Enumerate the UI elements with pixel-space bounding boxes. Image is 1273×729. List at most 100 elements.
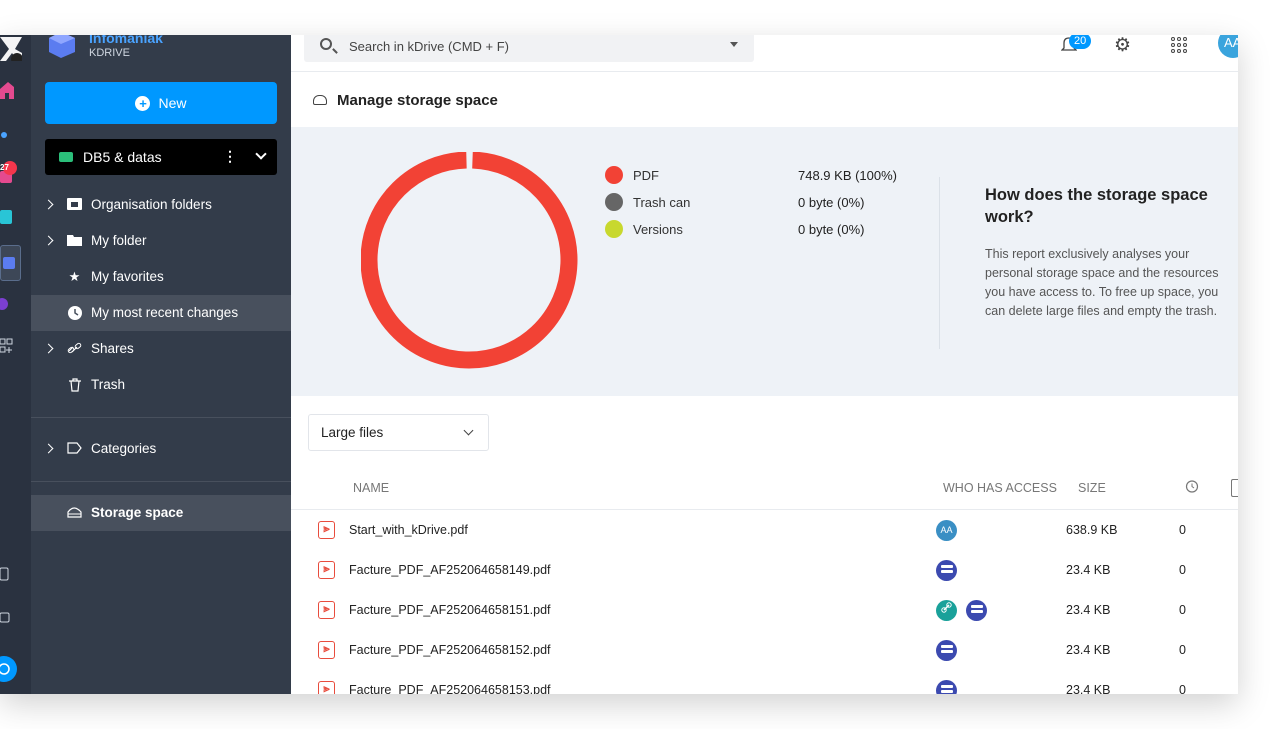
feedback-icon[interactable] xyxy=(0,611,20,631)
sidebar-item-label: Shares xyxy=(91,341,134,356)
file-filter-select[interactable]: Large files xyxy=(308,414,489,451)
storage-donut-chart xyxy=(361,152,578,369)
gear-icon[interactable]: ⚙ xyxy=(1114,35,1131,57)
sidebar-item-label: My most recent changes xyxy=(91,305,239,320)
sidebar-item-label: Categories xyxy=(91,441,157,456)
pdf-file-icon: ⪢ xyxy=(318,641,335,659)
legend-dot-icon xyxy=(605,193,623,211)
legend-item-trash: Trash can xyxy=(605,192,690,212)
drive-selector[interactable]: DB5 & datas ⋮ xyxy=(45,139,277,175)
file-name[interactable]: Facture_PDF_AF252064658149.pdf xyxy=(349,563,551,577)
legend-value: 0 byte (0%) xyxy=(798,195,865,210)
sidebar-item-trash[interactable]: Trash xyxy=(31,367,291,403)
app-window: 27 Infomaniak KDRIVE + New DB5 & datas ⋮… xyxy=(0,35,1238,694)
storage-overview: PDF 748.9 KB (100%) Trash can 0 byte (0%… xyxy=(291,127,1238,396)
support-icon[interactable] xyxy=(0,656,20,682)
app-rail: 27 xyxy=(0,35,31,694)
expand-icon[interactable] xyxy=(43,235,54,246)
file-size: 23.4 KB xyxy=(1066,603,1111,617)
search-dropdown-icon[interactable] xyxy=(730,42,738,47)
expand-icon[interactable] xyxy=(43,443,54,454)
trash-column-icon[interactable] xyxy=(1231,479,1238,497)
file-name[interactable]: Start_with_kDrive.pdf xyxy=(349,523,468,537)
home-icon[interactable] xyxy=(0,81,20,101)
org-folder-icon xyxy=(67,198,82,212)
pdf-file-icon: ⪢ xyxy=(318,601,335,619)
avatar[interactable]: AA xyxy=(1218,35,1238,58)
search-app-icon[interactable] xyxy=(0,127,20,147)
main-content: Search in kDrive (CMD + F) 20 ⚙ AA Manag… xyxy=(291,35,1238,694)
drive-access-icon[interactable] xyxy=(936,640,957,661)
column-header-name[interactable]: NAME xyxy=(353,481,389,495)
clock-icon xyxy=(67,306,82,320)
legend-item-pdf: PDF xyxy=(605,165,659,185)
file-versions: 0 xyxy=(1179,643,1186,657)
avatar[interactable]: AA xyxy=(936,520,957,541)
sidebar-item-label: Storage space xyxy=(91,505,184,520)
sidebar-item-categories[interactable]: Categories xyxy=(31,431,291,467)
sidebar-divider xyxy=(31,417,291,418)
more-options-icon[interactable]: ⋮ xyxy=(223,148,237,165)
mail-app-icon[interactable]: 27 xyxy=(0,161,20,183)
legend-value: 0 byte (0%) xyxy=(798,222,865,237)
column-header-access[interactable]: WHO HAS ACCESS xyxy=(943,481,1057,495)
kdrive-logo xyxy=(49,35,75,58)
history-icon[interactable] xyxy=(1184,479,1199,497)
sidebar-item-shares[interactable]: Shares xyxy=(31,331,291,367)
file-size: 638.9 KB xyxy=(1066,523,1118,537)
brand-name: Infomaniak xyxy=(89,35,163,46)
trash-icon xyxy=(67,378,82,392)
file-versions: 0 xyxy=(1179,603,1186,617)
drive-access-icon[interactable] xyxy=(936,560,957,581)
sidebar-item-organisation-folders[interactable]: Organisation folders xyxy=(31,187,291,223)
drive-access-icon[interactable] xyxy=(966,600,987,621)
file-name[interactable]: Facture_PDF_AF252064658152.pdf xyxy=(349,643,551,657)
file-name[interactable]: Facture_PDF_AF252064658153.pdf xyxy=(349,683,551,694)
sidebar-item-recent-changes[interactable]: My most recent changes xyxy=(31,295,291,331)
table-row[interactable]: ⪢ Facture_PDF_AF252064658153.pdf 23.4 KB… xyxy=(291,670,1238,694)
search-bar[interactable]: Search in kDrive (CMD + F) xyxy=(304,35,754,62)
brand-product: KDRIVE xyxy=(89,47,130,59)
add-app-icon[interactable] xyxy=(0,337,20,357)
table-row[interactable]: ⪢ Facture_PDF_AF252064658151.pdf 23.4 KB… xyxy=(291,590,1238,630)
file-versions: 0 xyxy=(1179,563,1186,577)
device-icon[interactable] xyxy=(0,567,20,587)
chevron-down-icon[interactable] xyxy=(255,148,267,160)
calendar-app-icon[interactable] xyxy=(0,209,20,229)
pdf-file-icon: ⪢ xyxy=(318,561,335,579)
new-button[interactable]: + New xyxy=(45,82,277,124)
table-row[interactable]: ⪢ Facture_PDF_AF252064658149.pdf 23.4 KB… xyxy=(291,550,1238,590)
file-size: 23.4 KB xyxy=(1066,683,1111,694)
info-title: How does the storage space work? xyxy=(985,186,1208,226)
brand[interactable]: Infomaniak KDRIVE xyxy=(47,35,163,65)
sidebar-item-label: My folder xyxy=(91,233,147,248)
file-versions: 0 xyxy=(1179,683,1186,694)
file-name[interactable]: Facture_PDF_AF252064658151.pdf xyxy=(349,603,551,617)
page-title-text: Manage storage space xyxy=(337,91,498,109)
page-title: Manage storage space xyxy=(313,90,498,110)
legend-label: PDF xyxy=(633,167,659,183)
apps-grid-icon[interactable] xyxy=(1171,37,1187,53)
search-input[interactable]: Search in kDrive (CMD + F) xyxy=(349,39,509,54)
link-access-icon[interactable] xyxy=(936,600,957,621)
column-header-size[interactable]: SIZE xyxy=(1078,481,1106,495)
drive-access-icon[interactable] xyxy=(936,680,957,694)
sidebar-item-storage-space[interactable]: Storage space xyxy=(31,495,291,531)
sidebar-divider xyxy=(31,481,291,482)
info-text: This report exclusively analyses your pe… xyxy=(985,247,1219,318)
expand-icon[interactable] xyxy=(43,199,54,210)
sidebar-item-my-favorites[interactable]: ★ My favorites xyxy=(31,259,291,295)
expand-icon[interactable] xyxy=(43,343,54,354)
table-row[interactable]: ⪢ Start_with_kDrive.pdf AA 638.9 KB 0 xyxy=(291,510,1238,550)
pdf-file-icon: ⪢ xyxy=(318,521,335,539)
tag-icon xyxy=(67,442,82,456)
swisstransfer-app-icon[interactable] xyxy=(0,297,20,317)
infomaniak-logo[interactable] xyxy=(0,35,23,65)
file-size: 23.4 KB xyxy=(1066,643,1111,657)
table-row[interactable]: ⪢ Facture_PDF_AF252064658152.pdf 23.4 KB… xyxy=(291,630,1238,670)
kdrive-app-icon[interactable] xyxy=(0,245,21,281)
sidebar-item-my-folder[interactable]: My folder xyxy=(31,223,291,259)
legend-item-versions: Versions xyxy=(605,219,683,239)
drive-icon xyxy=(59,152,73,162)
file-versions: 0 xyxy=(1179,523,1186,537)
